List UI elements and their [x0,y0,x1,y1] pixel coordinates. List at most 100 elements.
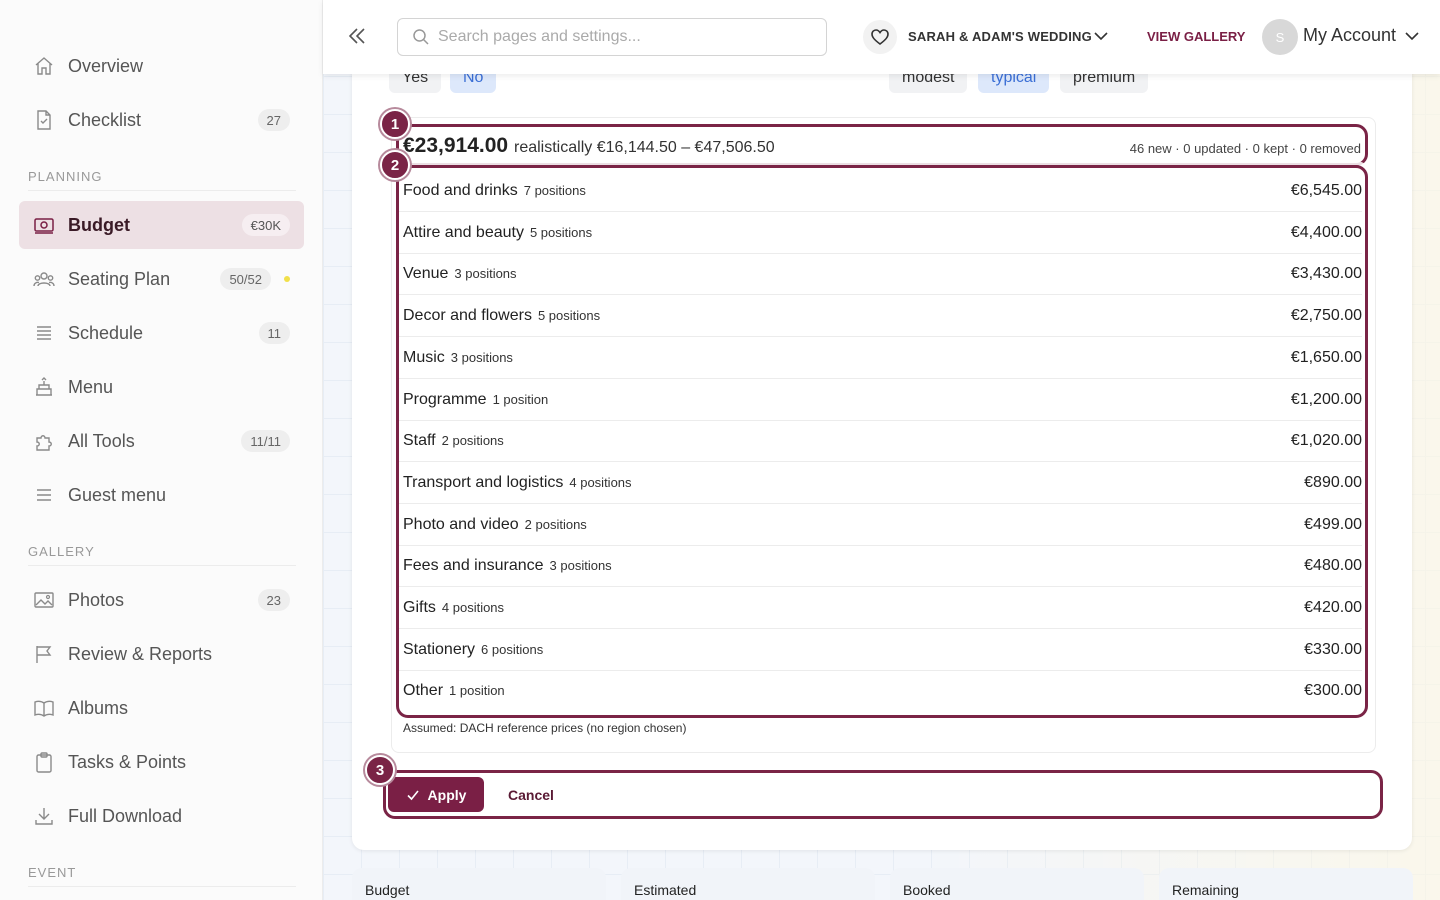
chevron-down-icon[interactable] [1091,26,1111,46]
category-name: Fees and insurance 3 positions [403,557,612,575]
category-amount: €499.00 [1304,515,1362,533]
stat-estimated: Estimated [621,868,875,900]
count-badge: 11 [258,322,290,344]
menu-cake-icon [33,376,55,398]
category-name: Attire and beauty 5 positions [403,224,592,242]
collapse-sidebar-icon[interactable] [345,24,369,48]
sidebar-item-label: Budget [68,214,130,235]
category-name: Photo and video 2 positions [403,516,587,534]
book-icon [33,697,55,719]
category-name: Food and drinks 7 positions [403,182,586,200]
sidebar-item-label: Schedule [68,322,144,343]
category-name: Music 3 positions [403,349,513,367]
count-badge: 27 [257,109,290,131]
search-icon [413,29,429,45]
sidebar-item-guest-menu[interactable]: Guest menu [19,471,304,519]
cancel-button[interactable]: Cancel [496,777,566,812]
sidebar-item-schedule[interactable]: Schedule 11 [19,309,304,357]
estimate-range: realistically €16,144.50 – €47,506.50 [514,139,775,156]
sidebar-item-label: Overview [68,55,144,76]
sidebar-item-review-reports[interactable]: Review & Reports [19,630,304,678]
apply-button[interactable]: Apply [388,777,484,812]
count-badge: 50/52 [220,268,271,290]
step-badge-1: 1 [380,109,410,139]
category-label: Transport and logistics [403,473,564,491]
category-positions: 5 positions [537,308,601,324]
sidebar-item-seating-plan[interactable]: Seating Plan 50/52 [19,255,304,303]
category-label: Staff [403,432,436,450]
category-amount: €420.00 [1304,599,1362,616]
category-row: Stationery 6 positions €330.00 [399,629,1362,671]
category-row: Other 1 position €300.00 [399,670,1362,712]
category-row: Fees and insurance 3 positions €480.00 [399,545,1362,588]
search-input[interactable] [438,28,818,46]
account-menu[interactable]: My Account [1303,25,1396,46]
sidebar-item-tasks-points[interactable]: Tasks & Points [19,738,304,786]
sidebar-item-all-tools[interactable]: All Tools 11/11 [19,417,304,465]
sidebar-item-photos[interactable]: Photos 23 [19,576,304,624]
category-row: Programme 1 position €1,200.00 [399,379,1362,421]
category-positions: 1 position [449,683,505,699]
list-icon [33,484,55,506]
category-label: Photo and video [403,515,519,533]
check-icon [406,789,419,800]
stat-remaining: Remaining [1159,868,1413,900]
sidebar-item-budget[interactable]: Budget €30K [19,201,304,249]
category-row: Attire and beauty 5 positions €4,400.00 [399,212,1362,254]
section-planning: PLANNING [28,169,296,191]
sidebar-item-albums[interactable]: Albums [19,684,304,732]
count-badge: 11/11 [241,430,290,452]
category-amount: €2,750.00 [1290,307,1362,325]
favorite-button[interactable] [863,20,897,54]
sidebar-item-label: Seating Plan [68,268,171,289]
category-name: Programme 1 position [403,391,548,409]
category-name: Other 1 position [403,682,505,700]
category-label: Other [403,682,444,700]
category-row: Music 3 positions €1,650.00 [399,337,1362,379]
category-positions: 5 positions [529,224,593,240]
sidebar-item-label: All Tools [68,430,135,451]
category-row: Gifts 4 positions €420.00 [399,587,1362,629]
view-gallery-link[interactable]: VIEW GALLERY [1147,29,1245,44]
category-label: Programme [403,390,487,408]
category-amount: €4,400.00 [1290,223,1362,241]
category-label: Attire and beauty [403,223,524,241]
step-badge-3: 3 [365,755,395,785]
sidebar: Overview Checklist 27 PLANNING Budget €3… [0,0,323,900]
category-positions: 1 position [492,391,549,407]
sidebar-item-full-download[interactable]: Full Download [19,792,304,840]
category-row: Venue 3 positions €3,430.00 [399,253,1362,296]
budget-icon [33,214,55,236]
category-amount: €1,020.00 [1290,432,1362,450]
event-switcher[interactable]: SARAH & ADAM'S WEDDING [908,29,1092,44]
sidebar-item-label: Menu [68,376,114,397]
home-icon [33,55,55,77]
category-row: Food and drinks 7 positions €6,545.00 [399,170,1362,212]
avatar[interactable]: S [1262,19,1298,55]
category-amount: €480.00 [1304,557,1362,575]
category-label: Venue [403,265,449,283]
sidebar-item-label: Review & Reports [68,643,213,664]
status-dot [284,276,290,282]
category-positions: 4 positions [569,474,632,490]
category-label: Fees and insurance [403,557,544,575]
section-event: EVENT [28,865,296,887]
search-box[interactable] [397,18,827,56]
sidebar-item-menu[interactable]: Menu [19,363,304,411]
estimate-changes: 46 new · 0 updated · 0 kept · 0 removed [1129,141,1361,156]
sidebar-item-checklist[interactable]: Checklist 27 [19,96,304,144]
sidebar-item-overview[interactable]: Overview [19,42,304,90]
category-amount: €330.00 [1304,640,1362,658]
sidebar-item-label: Albums [68,697,129,718]
photo-icon [33,589,55,611]
sidebar-item-label: Guest menu [68,484,167,505]
top-bar: SARAH & ADAM'S WEDDING VIEW GALLERY S My… [323,0,1440,74]
category-name: Venue 3 positions [403,265,517,283]
category-name: Gifts 4 positions [403,599,504,617]
count-badge: €30K [241,214,290,236]
estimate-total: €23,914.00 [403,134,509,157]
account-chevron-icon[interactable] [1403,27,1421,45]
category-label: Stationery [403,640,476,658]
count-badge: 23 [257,589,290,611]
category-label: Food and drinks [403,182,518,199]
